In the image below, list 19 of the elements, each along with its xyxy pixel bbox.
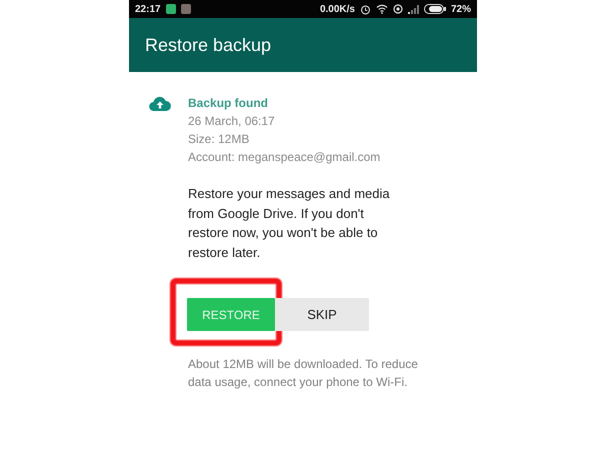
backup-detail: Account: meganspeace@gmail.com bbox=[188, 149, 380, 166]
restore-message: Restore your messages and media from Google Drive. If you don't restore now, you won't be able to restore later. bbox=[188, 185, 391, 262]
skip-button[interactable]: SKIP bbox=[275, 298, 369, 331]
download-note: About 12MB will be downloaded. To reduce data usage, connect your phone to Wi-Fi. bbox=[188, 356, 418, 391]
battery-percent: 72% bbox=[450, 4, 471, 14]
data-saver-icon bbox=[392, 4, 403, 14]
backup-heading: Backup found bbox=[188, 95, 269, 112]
backup-detail: 26 March, 06:17 bbox=[188, 113, 276, 130]
signal-icon bbox=[408, 4, 419, 14]
backup-detail: Size: 12MB bbox=[188, 131, 250, 148]
notification-icon bbox=[166, 4, 176, 14]
notification-icon bbox=[180, 4, 191, 14]
screen-title: Restore backup bbox=[145, 34, 272, 56]
status-time: 22:17 bbox=[135, 4, 161, 14]
wifi-icon bbox=[376, 4, 388, 14]
network-speed: 0.00K/s bbox=[320, 4, 355, 14]
battery-icon bbox=[424, 4, 446, 14]
cloud-upload-icon bbox=[149, 96, 171, 112]
alarm-icon bbox=[360, 4, 371, 14]
